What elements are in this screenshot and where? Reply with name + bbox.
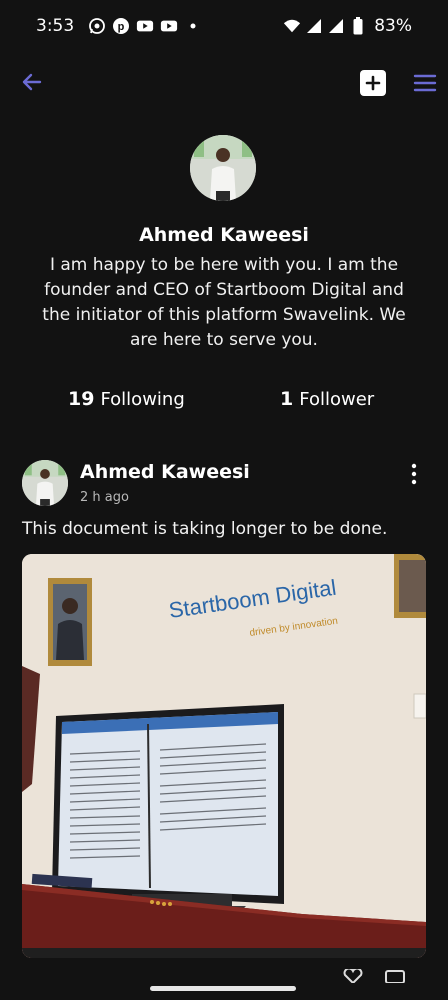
youtube-icon (160, 17, 178, 35)
svg-text:p: p (118, 21, 125, 33)
battery-percent: 83% (374, 16, 412, 36)
following-count: 19 (68, 388, 95, 410)
gesture-nav-handle[interactable] (150, 986, 296, 991)
status-left: 3:53 p (36, 16, 202, 36)
following-label: Following (100, 388, 185, 410)
post-text: This document is taking longer to be don… (22, 519, 388, 539)
signal-icon (327, 17, 345, 35)
pinterest-icon: p (112, 17, 130, 35)
dot-icon (184, 17, 202, 35)
post-timestamp: 2 h ago (80, 490, 129, 505)
signal-icon (305, 17, 323, 35)
add-post-icon[interactable] (360, 70, 386, 96)
wifi-icon (283, 17, 301, 35)
post-image[interactable]: Startboom Digital driven by innovation (22, 554, 426, 958)
more-options-icon[interactable] (404, 462, 424, 486)
profile-name: Ahmed Kaweesi (139, 224, 309, 246)
status-bar: 3:53 p 83% (0, 0, 448, 52)
post-author-name[interactable]: Ahmed Kaweesi (80, 461, 250, 483)
battery-icon (349, 17, 367, 35)
hamburger-menu-icon[interactable] (412, 70, 438, 96)
profile-bio: I am happy to be here with you. I am the… (42, 255, 406, 350)
followers-label: Follower (299, 388, 375, 410)
status-right: 83% (283, 16, 412, 36)
app-bar (0, 58, 448, 108)
comment-icon[interactable] (384, 968, 406, 984)
heart-icon[interactable] (342, 967, 364, 985)
status-time: 3:53 (36, 16, 75, 36)
whatsapp-icon (88, 17, 106, 35)
followers-stat[interactable]: 1 Follower (280, 388, 374, 410)
back-arrow-icon[interactable] (18, 68, 46, 96)
youtube-icon (136, 17, 154, 35)
post-author-avatar[interactable] (22, 460, 68, 506)
following-stat[interactable]: 19 Following (68, 388, 185, 410)
followers-count: 1 (280, 388, 294, 410)
profile-avatar[interactable] (190, 135, 256, 201)
